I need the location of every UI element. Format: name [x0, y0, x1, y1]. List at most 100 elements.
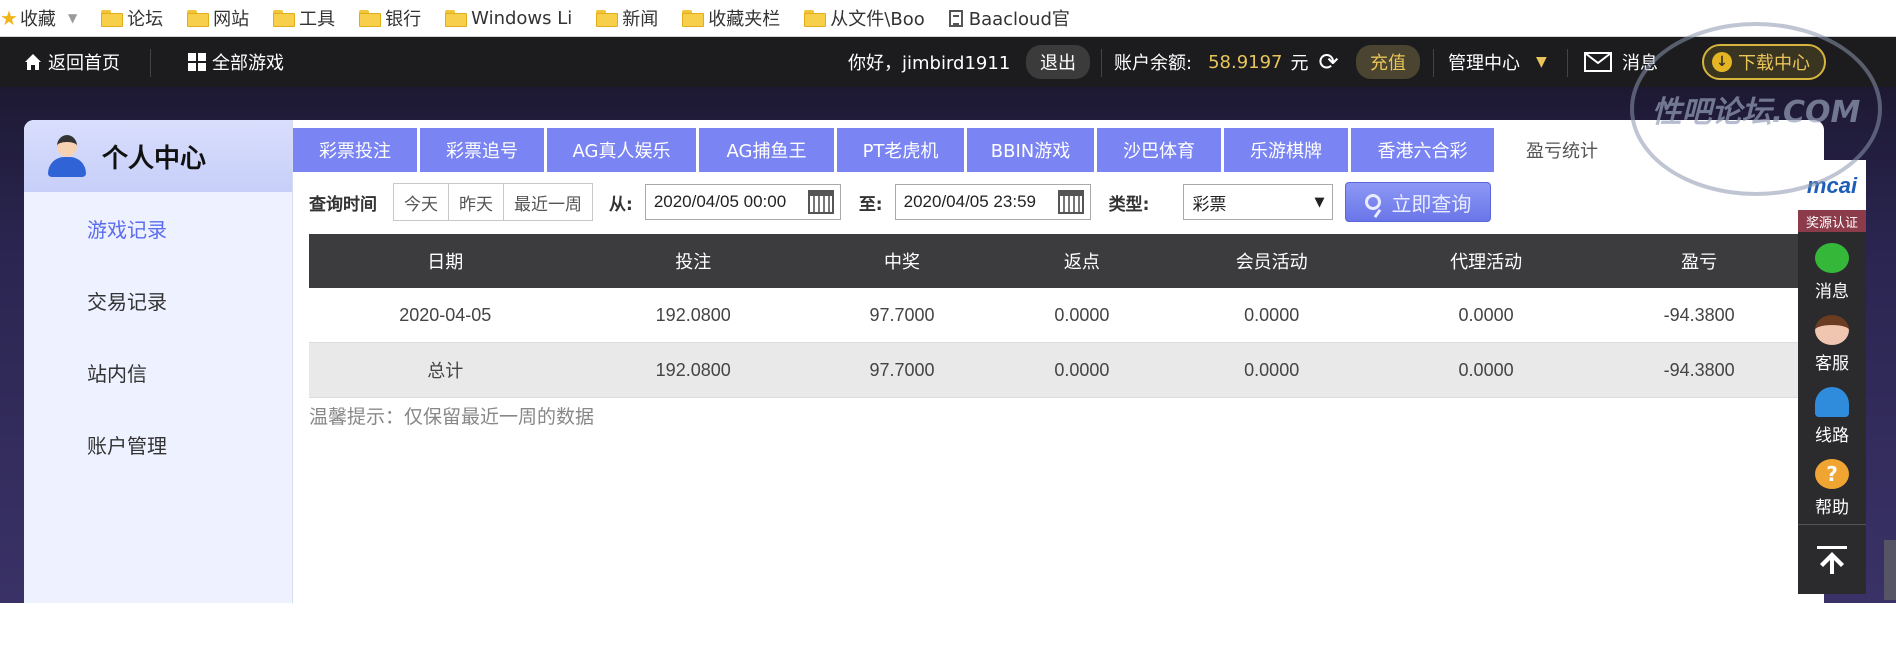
- bookmark-folder-website[interactable]: 网站: [187, 5, 249, 31]
- bookmark-folder-favbar[interactable]: 收藏夹栏: [682, 5, 780, 31]
- sidebar-item-transactions[interactable]: 交易记录: [24, 264, 292, 336]
- table-cell: 0.0000: [999, 342, 1165, 398]
- tab-ag-fishing[interactable]: AG捕鱼王: [699, 128, 834, 172]
- column-header: 会员活动: [1164, 234, 1379, 288]
- back-to-top-button[interactable]: [1798, 524, 1866, 595]
- certification-badge: 奖源认证: [1798, 210, 1866, 232]
- float-item-label: 帮助: [1815, 497, 1849, 518]
- divider: [1101, 49, 1102, 77]
- sidebar-item-inbox[interactable]: 站内信: [24, 336, 292, 408]
- folder-icon: [359, 9, 382, 27]
- speedometer-icon: [1815, 386, 1849, 417]
- bookmark-label: 从文件\Boo: [830, 9, 925, 30]
- table-cell: 0.0000: [1378, 288, 1594, 343]
- manage-center-label: 管理中心: [1448, 53, 1520, 74]
- float-support-button[interactable]: 客服: [1798, 308, 1866, 380]
- bookmark-label: 工具: [299, 9, 336, 30]
- tab-leyou-chess[interactable]: 乐游棋牌: [1224, 128, 1348, 172]
- to-date-field[interactable]: 2020/04/05 23:59: [894, 184, 1091, 220]
- yesterday-button[interactable]: 昨天: [449, 184, 504, 220]
- column-header: 投注: [581, 234, 805, 288]
- type-select-value: 彩票: [1192, 194, 1227, 215]
- home-link[interactable]: 返回首页: [24, 37, 120, 87]
- query-time-label: 查询时间: [309, 194, 377, 215]
- bookmark-folder-bank[interactable]: 银行: [359, 5, 421, 31]
- bookmark-favorites[interactable]: ★ 收藏 ▼: [0, 5, 77, 31]
- search-button[interactable]: 立即查询: [1345, 182, 1492, 222]
- bookmark-baacloud[interactable]: Baacloud官: [948, 5, 1070, 31]
- sidebar-item-game-records[interactable]: 游戏记录: [24, 192, 292, 264]
- column-header: 日期: [309, 234, 582, 288]
- bookmark-folder-tools[interactable]: 工具: [273, 5, 335, 31]
- mail-icon: [1584, 52, 1612, 72]
- logout-button[interactable]: 退出: [1026, 45, 1090, 79]
- bookmark-label: 银行: [385, 9, 422, 30]
- bookmark-label: 新闻: [622, 9, 659, 30]
- bookmark-folder-windows[interactable]: Windows Li: [445, 8, 572, 29]
- arrow-up-icon: [1817, 546, 1847, 574]
- type-select[interactable]: 彩票 ▼: [1183, 184, 1334, 220]
- table-cell: -94.3800: [1593, 288, 1805, 343]
- float-item-label: 客服: [1815, 353, 1849, 374]
- tab-saba-sports[interactable]: 沙巴体育: [1097, 128, 1221, 172]
- chevron-down-icon: ▼: [1314, 194, 1325, 210]
- calendar-icon[interactable]: [1057, 190, 1084, 214]
- float-item-label: 消息: [1815, 281, 1849, 302]
- table-cell: 2020-04-05: [309, 288, 582, 343]
- tab-profit-loss[interactable]: 盈亏统计: [1497, 128, 1627, 172]
- tab-pt-slots[interactable]: PT老虎机: [837, 128, 964, 172]
- divider: [1433, 49, 1434, 77]
- manage-center-menu[interactable]: 管理中心 ▼: [1448, 37, 1547, 87]
- watermark-text: 性吧论坛.COM: [1651, 95, 1861, 130]
- float-messages-button[interactable]: 消息: [1798, 236, 1866, 308]
- bookmark-favorites-label: 收藏: [19, 9, 56, 30]
- bookmark-folder-forum[interactable]: 论坛: [101, 5, 163, 31]
- chevron-down-icon: ▼: [67, 11, 78, 25]
- calendar-icon[interactable]: [807, 190, 834, 214]
- table-cell: 0.0000: [1164, 342, 1379, 398]
- search-icon: [1365, 194, 1382, 210]
- float-help-button[interactable]: ? 帮助: [1798, 452, 1866, 524]
- tab-bar: 彩票投注 彩票追号 AG真人娱乐 AG捕鱼王 PT老虎机 BBIN游戏 沙巴体育…: [293, 128, 1630, 172]
- tab-ag-live[interactable]: AG真人娱乐: [547, 128, 696, 172]
- column-header: 盈亏: [1593, 234, 1805, 288]
- main-content: 彩票投注 彩票追号 AG真人娱乐 AG捕鱼王 PT老虎机 BBIN游戏 沙巴体育…: [293, 120, 1824, 603]
- folder-icon: [804, 9, 827, 27]
- chevron-down-icon: ▼: [1536, 54, 1547, 70]
- table-cell: 192.0800: [581, 288, 805, 343]
- bookmark-folder-fromfile[interactable]: 从文件\Boo: [804, 5, 925, 31]
- tab-hk-mark-six[interactable]: 香港六合彩: [1351, 128, 1494, 172]
- profit-loss-table: 日期 投注 中奖 返点 会员活动 代理活动 盈亏 2020-04-05 192.…: [309, 234, 1805, 398]
- tab-lottery-chase[interactable]: 彩票追号: [420, 128, 544, 172]
- column-header: 中奖: [804, 234, 1000, 288]
- sidebar-title: 个人中心: [102, 143, 207, 174]
- tip-text: 温馨提示：仅保留最近一周的数据: [309, 406, 595, 428]
- to-label: 至:: [858, 194, 883, 215]
- tab-bbin[interactable]: BBIN游戏: [967, 128, 1094, 172]
- refresh-icon[interactable]: ⟳: [1319, 48, 1339, 76]
- float-lines-button[interactable]: 线路: [1798, 380, 1866, 452]
- all-games-link[interactable]: 全部游戏: [188, 37, 284, 87]
- table-cell: 97.7000: [804, 288, 1000, 343]
- today-button[interactable]: 今天: [394, 184, 449, 220]
- watermark-seal: 性吧论坛.COM: [1630, 22, 1882, 196]
- table-cell: 0.0000: [1378, 342, 1594, 398]
- table-cell: 总计: [309, 342, 582, 398]
- bookmarks-bar: ★ 收藏 ▼ 论坛 网站 工具 银行 Windows Li 新闻 收藏夹栏 从文…: [0, 0, 1896, 37]
- bookmark-folder-news[interactable]: 新闻: [596, 5, 658, 31]
- folder-icon: [596, 9, 619, 27]
- folder-icon: [187, 9, 210, 27]
- bookmark-label: Windows Li: [471, 7, 573, 29]
- table-cell: -94.3800: [1593, 342, 1805, 398]
- sidebar-item-account[interactable]: 账户管理: [24, 408, 292, 480]
- to-date-value: 2020/04/05 23:59: [903, 192, 1036, 211]
- folder-icon: [682, 9, 705, 27]
- home-icon: [25, 54, 41, 70]
- last-week-button[interactable]: 最近一周: [504, 184, 592, 220]
- table-cell: 192.0800: [581, 342, 805, 398]
- chat-icon: [1815, 242, 1849, 273]
- from-date-field[interactable]: 2020/04/05 00:00: [644, 184, 841, 220]
- scrollbar[interactable]: [1884, 540, 1896, 600]
- recharge-button[interactable]: 充值: [1356, 45, 1420, 79]
- tab-lottery-bet[interactable]: 彩票投注: [293, 128, 417, 172]
